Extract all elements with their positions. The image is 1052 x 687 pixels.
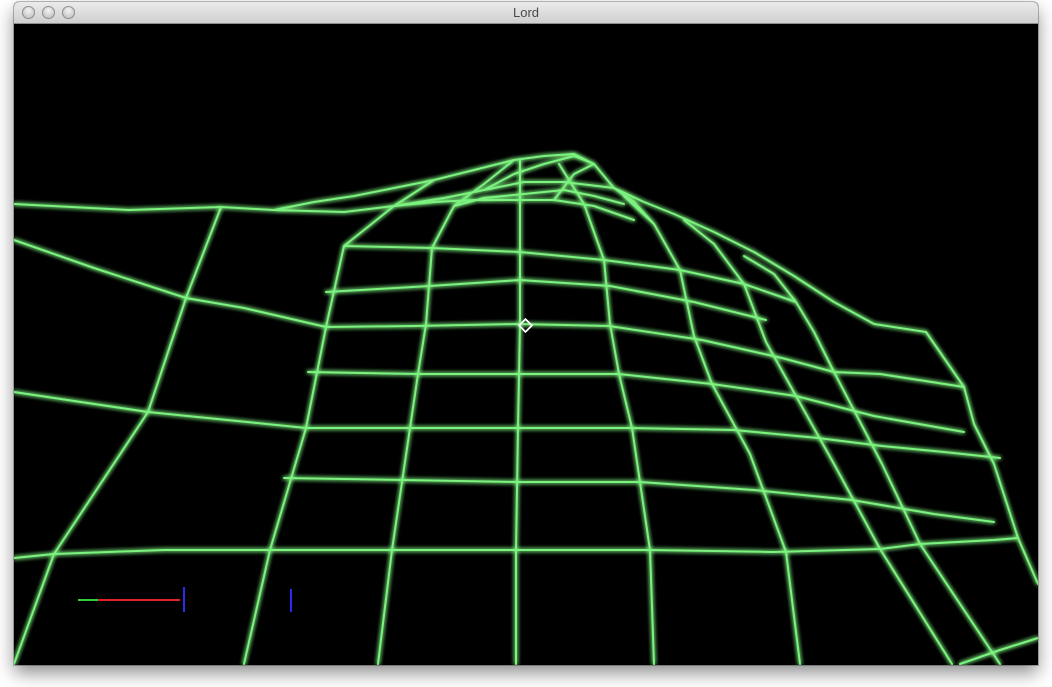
terrain-render xyxy=(14,24,1038,665)
3d-viewport[interactable] xyxy=(14,24,1038,665)
app-window: Lord xyxy=(14,2,1038,665)
viewport-background xyxy=(14,24,1038,665)
window-title: Lord xyxy=(512,5,540,20)
title-bar[interactable]: Lord xyxy=(14,2,1038,24)
